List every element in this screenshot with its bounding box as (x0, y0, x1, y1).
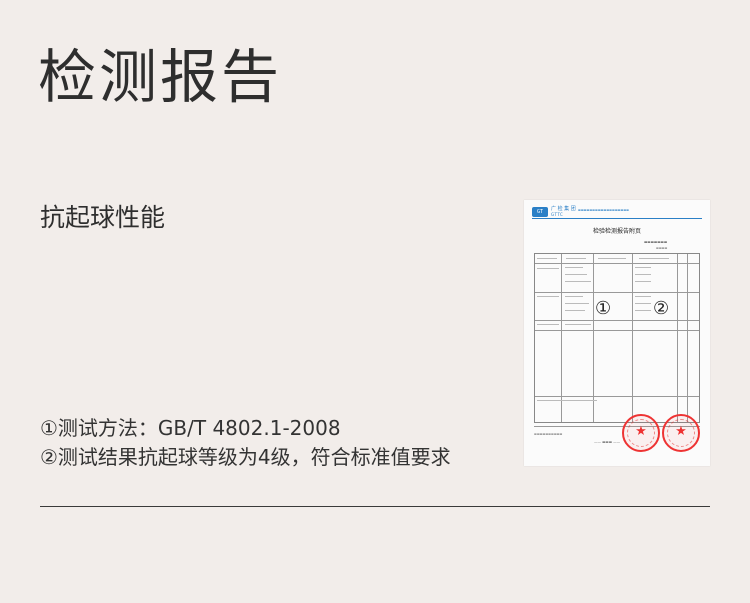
table-text-line (565, 324, 591, 325)
table-text-line (635, 303, 651, 304)
table-text-line (565, 274, 587, 275)
report-page-number: ▬▬▬▬ (656, 246, 668, 250)
report-end-mark: —— ▬▬▬ —— (594, 440, 621, 444)
table-row-divider (535, 263, 699, 264)
official-seal: ★ (662, 414, 700, 452)
callout-marker-1: ① (595, 298, 612, 319)
report-brand-en: GTTC (551, 212, 564, 217)
table-text-line (537, 400, 597, 401)
table-text-line (537, 258, 557, 259)
table-text-line (537, 296, 559, 297)
test-notes: ①测试方法：GB/T 4802.1-2008 ②测试结果抗起球等级为4级，符合标… (40, 414, 451, 472)
test-method-note: ①测试方法：GB/T 4802.1-2008 (40, 416, 341, 440)
test-result-note: ②测试结果抗起球等级为4级，符合标准值要求 (40, 445, 451, 469)
report-table: ① ② (534, 253, 700, 423)
table-text-line (565, 281, 591, 282)
table-text-line (565, 303, 589, 304)
table-text-line (565, 267, 583, 268)
report-number: ▬▬▬▬▬▬▬ (644, 240, 668, 244)
table-row-divider (535, 292, 699, 293)
table-text-line (635, 296, 651, 297)
table-row-divider (535, 330, 699, 331)
report-footer-text: ▬▬▬▬▬▬▬▬▬▬ (534, 432, 563, 436)
table-text-line (635, 310, 651, 311)
bottom-divider (40, 506, 710, 507)
report-header-line (532, 218, 702, 219)
page-title: 检测报告 (38, 43, 283, 111)
table-text-line (537, 324, 559, 325)
table-text-line (537, 268, 559, 269)
callout-marker-2: ② (653, 298, 670, 319)
table-text-line (635, 267, 651, 268)
official-seal: ★ (622, 414, 660, 452)
table-text-line (598, 258, 626, 259)
section-subtitle: 抗起球性能 (40, 203, 166, 232)
table-text-line (639, 258, 669, 259)
table-text-line (565, 296, 583, 297)
report-org: ▬▬▬▬▬▬▬▬▬▬▬▬▬▬▬▬▬▬ (578, 208, 630, 212)
table-row-divider (535, 320, 699, 321)
table-text-line (635, 281, 651, 282)
table-text-line (565, 310, 585, 311)
report-document: GT 广 检 集 团 GTTC ▬▬▬▬▬▬▬▬▬▬▬▬▬▬▬▬▬▬ 检验检测报… (524, 200, 710, 466)
report-title: 检验检测报告附页 (592, 228, 641, 235)
table-row-divider (535, 396, 699, 397)
table-text-line (635, 274, 651, 275)
table-text-line (566, 258, 586, 259)
report-logo: GT (532, 207, 548, 217)
